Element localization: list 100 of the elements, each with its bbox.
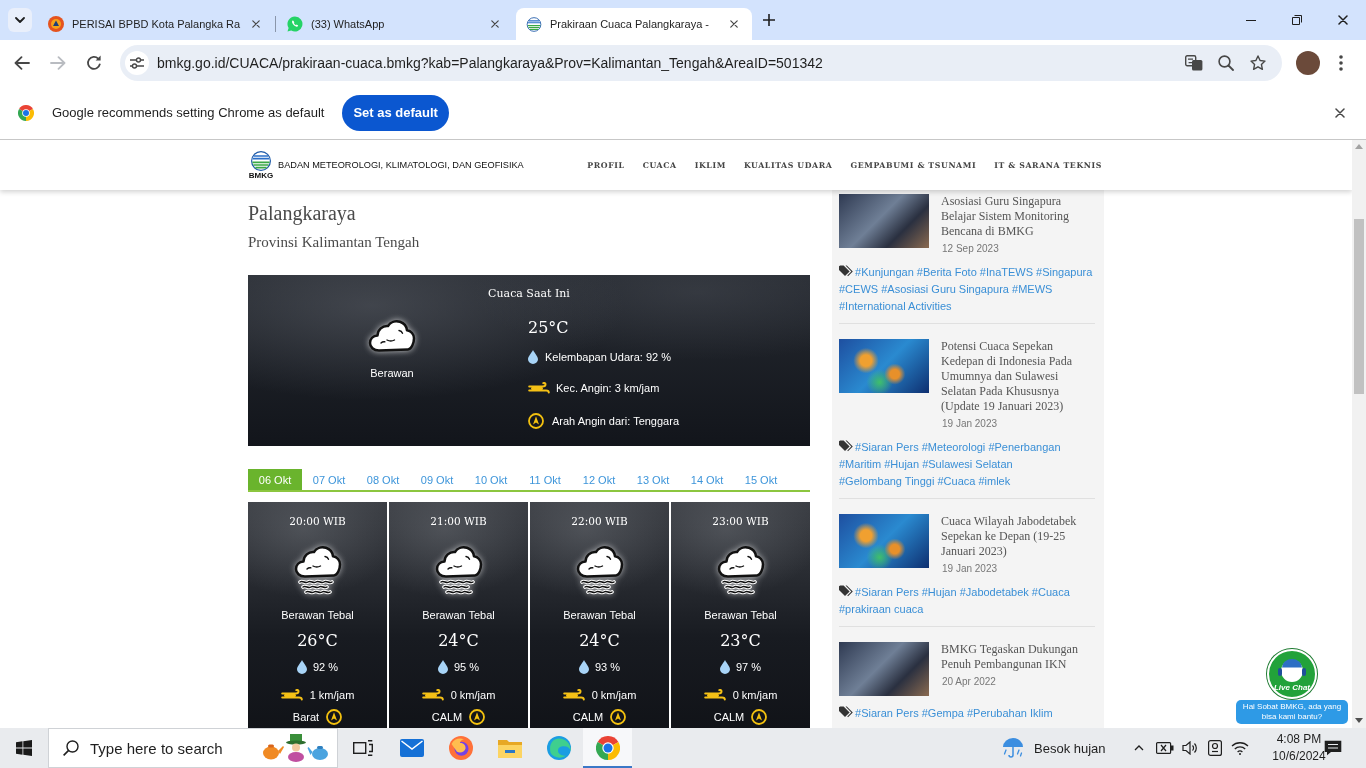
wind-speed-text: 0 km/jam — [732, 688, 778, 703]
tag-link[interactable]: #Cuaca — [1031, 586, 1070, 598]
tag-link[interactable]: #Hujan — [921, 586, 957, 598]
tag-link[interactable]: #Berita Foto — [916, 266, 977, 278]
wind-direction-text: CALM — [572, 710, 604, 725]
fox-browser-icon — [448, 736, 473, 760]
tag-link[interactable]: #Gempa — [921, 707, 964, 719]
tag-link[interactable]: #imlek — [978, 475, 1011, 487]
news-title[interactable]: BMKG Tegaskan Dukungan Penuh Pembangunan IKN — [941, 642, 1095, 672]
forecast-time: 22:00 WIB — [571, 514, 628, 529]
tag-link[interactable]: #Siaran Pers — [855, 586, 919, 598]
tune-icon — [130, 57, 144, 69]
tag-icon — [839, 440, 853, 452]
date-tab[interactable]: 07 Okt — [302, 469, 356, 490]
browser-logo-icon — [18, 104, 34, 121]
tag-link[interactable]: #Perubahan Iklim — [967, 707, 1053, 719]
browser-tab[interactable]: Prakiraan Cuaca Palangkaraya - — [516, 8, 752, 40]
swirl-browser-icon — [546, 736, 571, 760]
wind-speed-text: 0 km/jam — [591, 688, 637, 703]
tag-link[interactable]: #prakiraan cuaca — [839, 603, 924, 615]
tab-search-button[interactable] — [8, 8, 32, 32]
forward-arrow-icon — [50, 56, 66, 70]
date-tab[interactable]: 11 Okt — [518, 469, 572, 490]
tag-link[interactable]: #CEWS — [839, 283, 879, 295]
date-tab[interactable]: 06 Okt — [248, 469, 302, 490]
news-title[interactable]: Potensi Cuaca Sepekan Kedepan di Indonesia Pada Umumnya dan Sulawesi Selatan Pada Khususnya (Update 19 Januari 2023) — [941, 339, 1095, 414]
clock-time[interactable]: 4:08 PM — [1276, 731, 1322, 748]
tag-link[interactable]: #International Activities — [839, 300, 952, 312]
battery-icon — [1156, 742, 1174, 754]
scrollbar-thumb[interactable] — [1354, 219, 1364, 394]
magnifier-icon — [1218, 55, 1234, 71]
tag-link[interactable]: #Jabodetabek — [959, 586, 1029, 598]
profile-avatar[interactable] — [1296, 51, 1320, 75]
reload-icon — [86, 55, 102, 71]
tag-link[interactable]: #Kunjungan — [855, 266, 914, 278]
tag-link[interactable]: #Cuaca — [937, 475, 976, 487]
date-tab[interactable]: 08 Okt — [356, 469, 410, 490]
city-name: Palangkaraya — [248, 201, 357, 225]
tag-link[interactable]: #InaTEWS — [979, 266, 1034, 278]
news-date: 19 Jan 2023 — [942, 563, 998, 575]
tag-link[interactable]: #Meteorologi — [921, 441, 986, 453]
news-date: 20 Apr 2022 — [942, 676, 996, 688]
browser-tab[interactable]: (33) WhatsApp — [277, 8, 513, 40]
clock-date[interactable]: 10/6/2024 — [1272, 748, 1326, 765]
search-field[interactable]: Type here to search — [90, 739, 240, 757]
live-chat-button[interactable]: Live Chat — [1267, 649, 1317, 699]
rain-umbrella-icon — [1002, 737, 1024, 759]
photo-placeholder[interactable] — [839, 194, 929, 248]
cloud-fog-icon — [293, 545, 342, 595]
notification-icon — [1324, 740, 1342, 756]
news-title[interactable]: Cuaca Wilayah Jabodetabek Sepekan ke Depan (19-25 Januari 2023) — [941, 514, 1095, 559]
tag-link[interactable]: #Asosiasi Guru Singapura — [881, 283, 1009, 295]
address-bar[interactable]: bmkg.go.id/CUACA/prakiraan-cuaca.bmkg?kab=Palangkaraya&Prov=Kalimantan_Tengah&AreaID=501342 — [120, 45, 1282, 81]
browser-logo-icon — [595, 736, 620, 760]
weather-condition: Berawan Tebal — [563, 608, 636, 623]
date-tab[interactable]: 10 Okt — [464, 469, 518, 490]
mascot-icon — [1277, 656, 1307, 683]
date-tab[interactable]: 14 Okt — [680, 469, 734, 490]
tag-link[interactable]: #Maritim — [839, 458, 882, 470]
weather-condition: Berawan Tebal — [422, 608, 495, 623]
search-box[interactable]: Type here to search — [48, 728, 338, 768]
cloud-icon — [368, 319, 416, 353]
wind-icon — [703, 689, 726, 701]
set-default-button[interactable]: Set as default — [342, 94, 449, 131]
wind-icon — [421, 689, 444, 701]
scroll-down-icon[interactable] — [1355, 718, 1363, 723]
forecast-time: 23:00 WIB — [712, 514, 769, 529]
weather-button[interactable]: Besok hujan — [994, 728, 1114, 768]
back-arrow-icon — [14, 56, 30, 70]
site-info-button[interactable] — [125, 51, 149, 75]
tag-link[interactable]: #Singapura — [1036, 266, 1093, 278]
weather-map-placeholder[interactable] — [839, 339, 929, 393]
photo-placeholder[interactable] — [839, 642, 929, 696]
temperature: 26°C — [297, 630, 338, 652]
date-tab[interactable]: 13 Okt — [626, 469, 680, 490]
tag-link[interactable]: #Hujan — [884, 458, 920, 470]
date-tab[interactable]: 15 Okt — [734, 469, 788, 490]
weather-condition: Berawan Tebal — [704, 608, 777, 623]
tag-link[interactable]: #Siaran Pers — [855, 707, 919, 719]
weather-map-placeholder[interactable] — [839, 514, 929, 568]
weather-condition: Berawan Tebal — [281, 608, 354, 623]
date-tab[interactable]: 12 Okt — [572, 469, 626, 490]
task-view-icon — [352, 740, 373, 756]
tag-link[interactable]: #Sulawesi Selatan — [922, 458, 1013, 470]
tag-link[interactable]: #MEWS — [1012, 283, 1053, 295]
wind-direction-text: CALM — [713, 710, 745, 725]
forecast-time: 20:00 WIB — [289, 514, 346, 529]
tag-link[interactable]: #Penerbangan — [988, 441, 1061, 453]
browser-tab[interactable]: PERISAI BPBD Kota Palangka Ra — [38, 8, 274, 40]
close-icon — [491, 20, 499, 28]
news-title[interactable]: Asosiasi Guru Singapura Belajar Sistem Monitoring Bencana di BMKG — [941, 194, 1095, 239]
tag-link[interactable]: #Gelombang Tinggi — [839, 475, 935, 487]
tag-link[interactable]: #Siaran Pers — [855, 441, 919, 453]
chevron-up-icon — [1134, 745, 1144, 751]
url-field[interactable]: bmkg.go.id/CUACA/prakiraan-cuaca.bmkg?kab=Palangkaraya&Prov=Kalimantan_Tengah&AreaID=501342 — [157, 55, 1176, 71]
logo-icon — [526, 16, 542, 32]
date-tab[interactable]: 09 Okt — [410, 469, 464, 490]
temperature: 25°C — [528, 317, 569, 339]
star-icon — [1250, 55, 1266, 71]
water-drop-icon — [719, 660, 730, 674]
